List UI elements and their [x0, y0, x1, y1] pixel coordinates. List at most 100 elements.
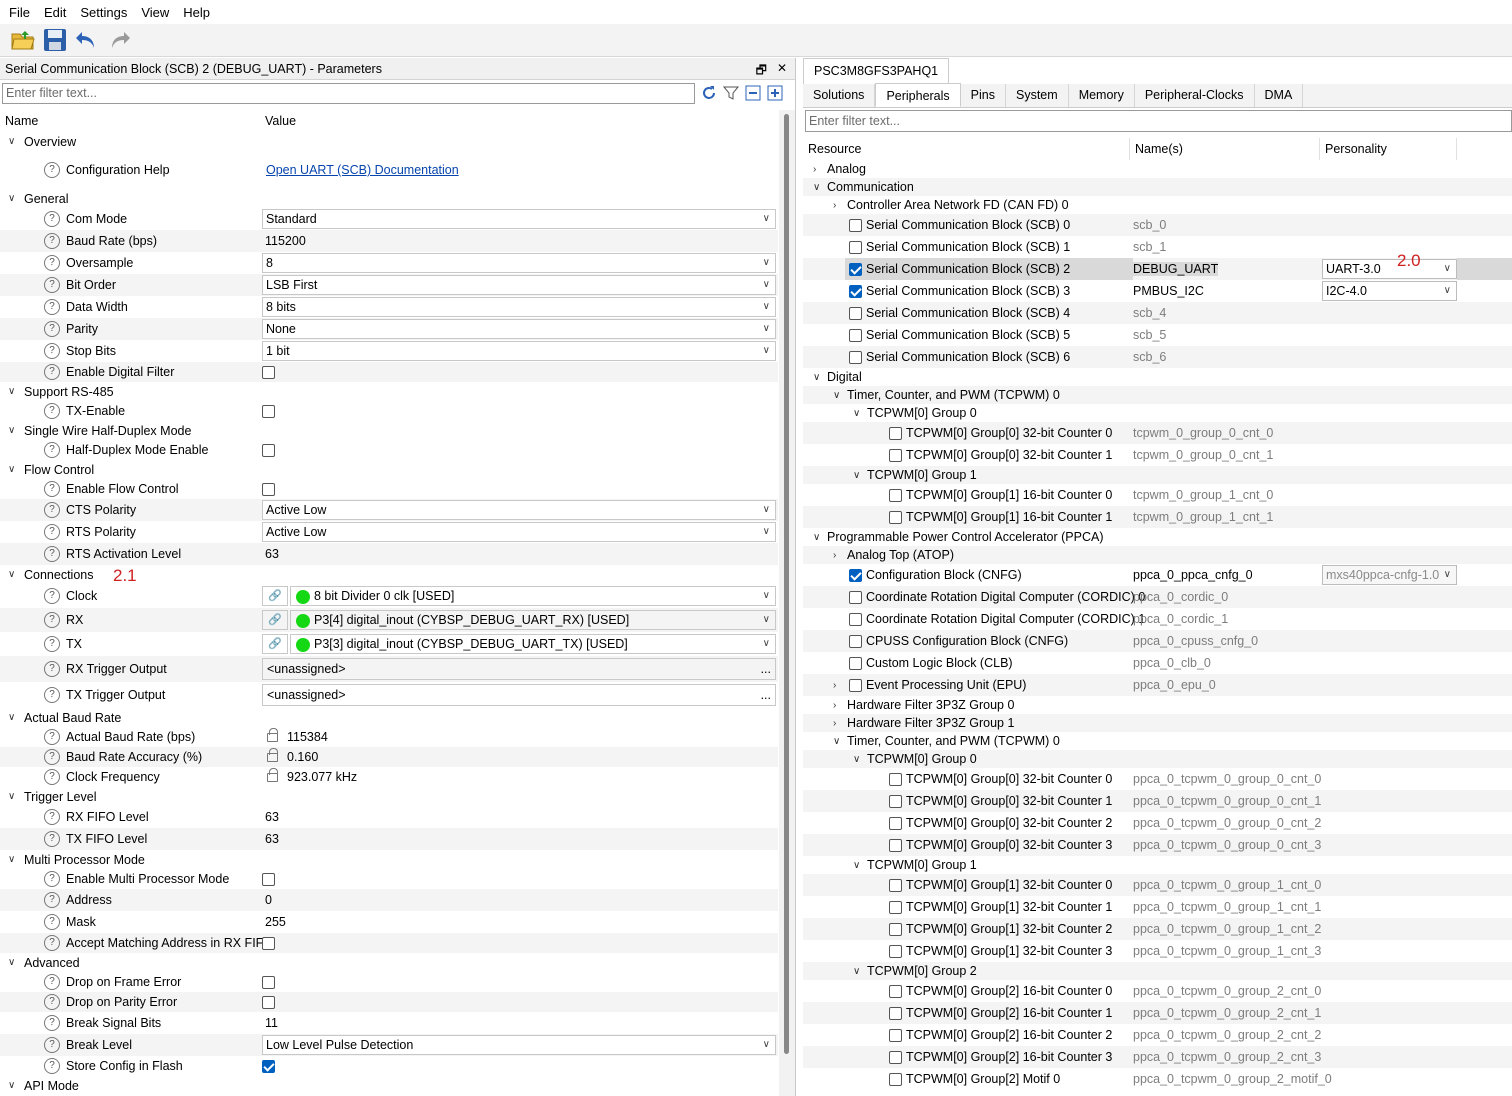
- resource-name[interactable]: tcpwm_0_group_1_cnt_1: [1133, 510, 1273, 524]
- resource-row[interactable]: Custom Logic Block (CLB) ppca_0_clb_0: [803, 652, 1512, 674]
- help-icon[interactable]: ?: [44, 524, 60, 540]
- param-dropdown[interactable]: Active Low ∨: [262, 500, 776, 520]
- resource-row[interactable]: TCPWM[0] Group[1] 16-bit Counter 0 tcpwm_…: [803, 484, 1512, 506]
- resource-checkbox[interactable]: [889, 838, 902, 852]
- menu-help[interactable]: Help: [176, 5, 217, 20]
- help-icon[interactable]: ?: [44, 1037, 60, 1053]
- chevron-down-icon[interactable]: ∨: [8, 854, 15, 865]
- resource-name[interactable]: ppca_0_clb_0: [1133, 656, 1211, 670]
- resource-checkbox[interactable]: [889, 878, 902, 892]
- resource-name[interactable]: ppca_0_tcpwm_0_group_2_motif_0: [1133, 1072, 1332, 1086]
- resource-row[interactable]: Configuration Block (CNFG) ppca_0_ppca_cn…: [803, 564, 1512, 586]
- connection-dropdown[interactable]: 8 bit Divider 0 clk [USED] ∨: [290, 586, 776, 606]
- resource-row[interactable]: TCPWM[0] Group[0] 32-bit Counter 3 ppca_0…: [803, 834, 1512, 856]
- help-icon[interactable]: ?: [44, 588, 60, 604]
- resource-checkbox[interactable]: [849, 218, 862, 232]
- resource-checkbox[interactable]: [889, 488, 902, 502]
- resource-row[interactable]: TCPWM[0] Group[2] 16-bit Counter 0 ppca_0…: [803, 980, 1512, 1002]
- resource-name[interactable]: ppca_0_tcpwm_0_group_2_cnt_1: [1133, 1006, 1321, 1020]
- resource-checkbox[interactable]: [889, 1050, 902, 1064]
- param-value[interactable]: 63: [265, 810, 279, 824]
- resource-row[interactable]: Coordinate Rotation Digital Computer (CO…: [803, 608, 1512, 630]
- resource-row[interactable]: Coordinate Rotation Digital Computer (CO…: [803, 586, 1512, 608]
- help-icon[interactable]: ?: [44, 321, 60, 337]
- resource-name[interactable]: DEBUG_UART: [1133, 262, 1219, 276]
- param-checkbox[interactable]: [262, 443, 275, 457]
- chevron-down-icon[interactable]: ∨: [8, 569, 15, 580]
- parameters-scrollbar[interactable]: [779, 110, 795, 1096]
- resource-name[interactable]: scb_6: [1133, 350, 1166, 364]
- resource-row[interactable]: TCPWM[0] Group[2] 16-bit Counter 1 ppca_0…: [803, 1002, 1512, 1024]
- chevron-right-icon[interactable]: ›: [813, 164, 816, 175]
- documentation-link[interactable]: Open UART (SCB) Documentation: [266, 163, 459, 177]
- resource-category[interactable]: ∨ TCPWM[0] Group 0: [803, 404, 1512, 422]
- device-tab[interactable]: PSC3M8GFS3PAHQ1: [803, 58, 950, 84]
- resource-category[interactable]: ∨ Digital: [803, 368, 1512, 386]
- resource-row[interactable]: TCPWM[0] Group[0] 32-bit Counter 1 ppca_0…: [803, 790, 1512, 812]
- help-icon[interactable]: ?: [44, 935, 60, 951]
- resource-name[interactable]: ppca_0_tcpwm_0_group_2_cnt_0: [1133, 984, 1321, 998]
- chevron-down-icon[interactable]: ∨: [8, 386, 15, 397]
- menu-view[interactable]: View: [134, 5, 176, 20]
- param-checkbox[interactable]: [262, 995, 275, 1009]
- resource-row[interactable]: TCPWM[0] Group[2] 16-bit Counter 3 ppca_0…: [803, 1046, 1512, 1068]
- resource-name[interactable]: scb_1: [1133, 240, 1166, 254]
- param-dropdown[interactable]: None ∨: [262, 319, 776, 339]
- resource-category[interactable]: ∨ TCPWM[0] Group 0: [803, 750, 1512, 768]
- menu-edit[interactable]: Edit: [37, 5, 73, 20]
- close-icon[interactable]: ✕: [777, 61, 787, 82]
- group-support-rs-485[interactable]: ∨ Support RS-485: [0, 382, 778, 401]
- resource-name[interactable]: scb_0: [1133, 218, 1166, 232]
- personality-column-header[interactable]: Personality: [1320, 138, 1457, 160]
- chevron-down-icon[interactable]: ∨: [8, 136, 15, 147]
- help-icon[interactable]: ?: [44, 729, 60, 745]
- connection-dropdown[interactable]: P3[4] digital_inout (CYBSP_DEBUG_UART_RX…: [290, 610, 776, 630]
- param-dropdown[interactable]: Active Low ∨: [262, 522, 776, 542]
- help-icon[interactable]: ?: [44, 162, 60, 178]
- param-value[interactable]: 115200: [265, 234, 306, 248]
- parameters-filter-input[interactable]: Enter filter text...: [2, 82, 695, 104]
- resource-checkbox[interactable]: [889, 922, 902, 936]
- personality-dropdown[interactable]: I2C-4.0 ∨: [1322, 281, 1457, 301]
- resource-checkbox[interactable]: [889, 1006, 902, 1020]
- resource-category[interactable]: ∨ Timer, Counter, and PWM (TCPWM) 0: [803, 732, 1512, 750]
- resource-name[interactable]: ppca_0_cpuss_cnfg_0: [1133, 634, 1258, 648]
- param-value[interactable]: 63: [265, 832, 279, 846]
- param-dropdown[interactable]: Standard ∨: [262, 209, 776, 229]
- param-dropdown[interactable]: Low Level Pulse Detection ∨: [262, 1035, 776, 1055]
- help-icon[interactable]: ?: [44, 403, 60, 419]
- help-icon[interactable]: ?: [44, 994, 60, 1010]
- resource-name[interactable]: scb_5: [1133, 328, 1166, 342]
- resource-column-header[interactable]: Resource: [803, 138, 1130, 160]
- param-value[interactable]: 0: [265, 893, 272, 907]
- resource-checkbox[interactable]: [849, 262, 862, 276]
- resource-row[interactable]: › Event Processing Unit (EPU) ppca_0_epu_0: [803, 674, 1512, 696]
- help-icon[interactable]: ?: [44, 831, 60, 847]
- resource-row[interactable]: Serial Communication Block (SCB) 0 scb_0: [803, 214, 1512, 236]
- ellipsis-button[interactable]: ...: [761, 659, 771, 679]
- group-api-mode[interactable]: ∨ API Mode: [0, 1076, 778, 1095]
- filter-icon[interactable]: [723, 85, 739, 101]
- resource-category[interactable]: › Hardware Filter 3P3Z Group 1: [803, 714, 1512, 732]
- help-icon[interactable]: ?: [44, 974, 60, 990]
- resource-checkbox[interactable]: [889, 984, 902, 998]
- resource-checkbox[interactable]: [849, 284, 862, 298]
- personality-dropdown[interactable]: UART-3.0 ∨: [1322, 259, 1457, 279]
- menu-file[interactable]: File: [2, 5, 37, 20]
- resource-name[interactable]: ppca_0_cordic_0: [1133, 590, 1228, 604]
- help-icon[interactable]: ?: [44, 892, 60, 908]
- param-dropdown[interactable]: 8 ∨: [262, 253, 776, 273]
- resource-name[interactable]: ppca_0_tcpwm_0_group_2_cnt_2: [1133, 1028, 1321, 1042]
- resource-category[interactable]: ∨ TCPWM[0] Group 1: [803, 856, 1512, 874]
- help-icon[interactable]: ?: [44, 211, 60, 227]
- resource-row[interactable]: TCPWM[0] Group[0] 32-bit Counter 1 tcpwm_…: [803, 444, 1512, 466]
- chevron-right-icon[interactable]: ›: [833, 550, 836, 561]
- resource-name[interactable]: PMBUS_I2C: [1133, 284, 1204, 298]
- help-icon[interactable]: ?: [44, 481, 60, 497]
- chevron-down-icon[interactable]: ∨: [853, 860, 860, 871]
- resource-row[interactable]: TCPWM[0] Group[2] Motif 0 ppca_0_tcpwm_0_…: [803, 1068, 1512, 1090]
- group-single-wire-half-duplex-mode[interactable]: ∨ Single Wire Half-Duplex Mode: [0, 421, 778, 440]
- resource-name[interactable]: ppca_0_tcpwm_0_group_0_cnt_2: [1133, 816, 1321, 830]
- chevron-right-icon[interactable]: ›: [833, 680, 836, 691]
- resource-category[interactable]: › Analog Top (ATOP): [803, 546, 1512, 564]
